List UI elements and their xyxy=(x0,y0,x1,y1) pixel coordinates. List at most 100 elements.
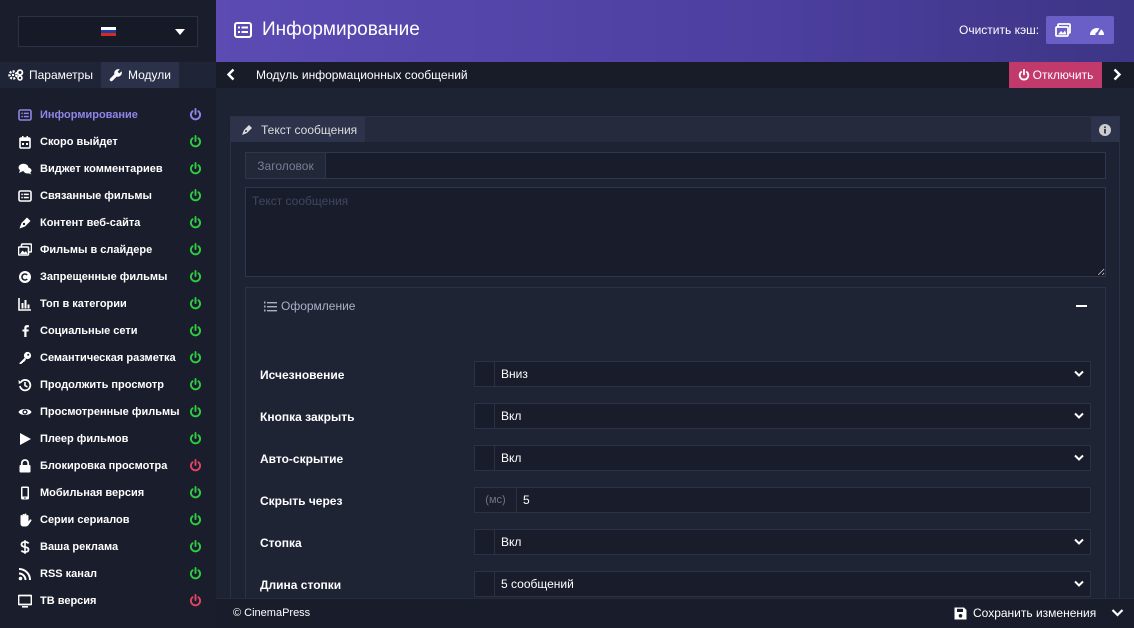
sidebar-item-0[interactable]: Информирование xyxy=(0,101,216,128)
design-section-header[interactable]: Оформление xyxy=(264,299,355,313)
sidebar-item-4[interactable]: Контент веб-сайта xyxy=(0,209,216,236)
power-toggle-icon[interactable] xyxy=(189,189,202,202)
key-icon xyxy=(18,351,32,365)
collapse-minus-icon[interactable] xyxy=(1076,305,1087,307)
sidebar-item-9[interactable]: Семантическая разметка xyxy=(0,344,216,371)
chevron-down-icon xyxy=(1074,538,1084,545)
info-button[interactable] xyxy=(1091,117,1119,142)
hide-after-input[interactable] xyxy=(517,488,1090,512)
sidebar-item-7[interactable]: Топ в категории xyxy=(0,290,216,317)
sidebar-item-2[interactable]: Виджет комментариев xyxy=(0,155,216,182)
sidebar-item-label: Связанные фильмы xyxy=(40,189,152,202)
row-stack-length: Длина стопки 5 сообщений xyxy=(260,571,1091,597)
tab-parameters-label: Параметры xyxy=(29,68,93,82)
sidebar-item-label: Блокировка просмотра xyxy=(40,459,168,472)
fade-out-select[interactable]: Вниз xyxy=(474,361,1091,387)
power-toggle-icon[interactable] xyxy=(189,459,202,472)
power-toggle-icon[interactable] xyxy=(189,432,202,445)
clear-data-cache-button[interactable] xyxy=(1080,16,1114,44)
auto-hide-select[interactable]: Вкл xyxy=(474,445,1091,471)
power-toggle-icon[interactable] xyxy=(189,216,202,229)
power-toggle-icon[interactable] xyxy=(189,486,202,499)
sidebar-item-10[interactable]: Продолжить просмотр xyxy=(0,371,216,398)
message-title-addon: Заголовок xyxy=(246,153,326,178)
hide-after-label: Скрыть через xyxy=(260,494,343,508)
tab-modules[interactable]: Модули xyxy=(100,62,179,88)
row-stack: Стопка Вкл xyxy=(260,529,1091,555)
sidebar-item-13[interactable]: Блокировка просмотра xyxy=(0,452,216,479)
copyright-text: © CinemaPress xyxy=(233,607,311,619)
disable-module-label: Отключить xyxy=(1032,68,1094,82)
chevron-down-icon xyxy=(1074,370,1084,377)
panel-header: Текст сообщения xyxy=(231,117,1119,142)
message-title-input[interactable] xyxy=(326,153,1105,178)
wrench-icon xyxy=(109,69,122,82)
sidebar-item-5[interactable]: Фильмы в слайдере xyxy=(0,236,216,263)
power-toggle-icon[interactable] xyxy=(189,540,202,553)
power-toggle-icon[interactable] xyxy=(189,594,202,607)
sidebar-item-label: Продолжить просмотр xyxy=(40,378,164,391)
history-icon xyxy=(18,378,32,392)
sidebar-item-1[interactable]: Скоро выйдет xyxy=(0,128,216,155)
power-toggle-icon[interactable] xyxy=(189,270,202,283)
russia-flag-icon xyxy=(100,26,116,37)
sidebar-item-14[interactable]: Мобильная версия xyxy=(0,479,216,506)
power-toggle-icon[interactable] xyxy=(189,324,202,337)
power-toggle-icon[interactable] xyxy=(189,405,202,418)
sidebar-item-label: Виджет комментариев xyxy=(40,162,163,175)
image-icon xyxy=(1055,23,1071,37)
sidebar-item-label: Социальные сети xyxy=(40,324,138,337)
power-toggle-icon[interactable] xyxy=(189,513,202,526)
power-toggle-icon[interactable] xyxy=(189,378,202,391)
row-close-button: Кнопка закрыть Вкл xyxy=(260,403,1091,429)
dollar-icon xyxy=(18,539,32,554)
rss-icon xyxy=(18,567,32,581)
clear-image-cache-button[interactable] xyxy=(1046,16,1080,44)
stack-length-select[interactable]: 5 сообщений xyxy=(474,571,1091,597)
power-toggle-icon[interactable] xyxy=(189,162,202,175)
chevron-right-icon[interactable] xyxy=(1112,68,1122,81)
power-toggle-icon[interactable] xyxy=(189,243,202,256)
list-alt-icon xyxy=(18,189,32,203)
power-toggle-icon[interactable] xyxy=(189,108,202,121)
eye-icon xyxy=(18,405,32,419)
sidebar-item-3[interactable]: Связанные фильмы xyxy=(0,182,216,209)
copyright-icon xyxy=(18,270,32,284)
stack-select[interactable]: Вкл xyxy=(474,529,1091,555)
power-toggle-icon[interactable] xyxy=(189,297,202,310)
sidebar-item-8[interactable]: Социальные сети xyxy=(0,317,216,344)
sidebar-item-label: Запрещенные фильмы xyxy=(40,270,168,283)
sidebar-item-label: Серии сериалов xyxy=(40,513,130,526)
save-changes-button[interactable]: Сохранить изменения xyxy=(954,606,1096,620)
facebook-icon xyxy=(18,324,32,338)
power-toggle-icon[interactable] xyxy=(189,567,202,580)
chevron-down-icon[interactable] xyxy=(1111,608,1124,618)
chevron-down-icon xyxy=(1074,412,1084,419)
tab-modules-label: Модули xyxy=(127,68,171,82)
sidebar-item-label: Скоро выйдет xyxy=(40,135,118,148)
close-button-select[interactable]: Вкл xyxy=(474,403,1091,429)
save-changes-label: Сохранить изменения xyxy=(973,606,1097,620)
sidebar-item-11[interactable]: Просмотренные фильмы xyxy=(0,398,216,425)
sidebar-item-17[interactable]: RSS канал xyxy=(0,560,216,587)
comments-icon xyxy=(18,162,32,176)
sidebar-item-16[interactable]: Ваша реклама xyxy=(0,533,216,560)
power-toggle-icon[interactable] xyxy=(189,351,202,364)
power-toggle-icon[interactable] xyxy=(189,135,202,148)
dashboard-icon xyxy=(1090,27,1104,36)
hide-after-group: (мс) xyxy=(474,487,1091,513)
images-icon xyxy=(18,242,32,257)
tab-parameters[interactable]: Параметры xyxy=(0,62,101,88)
sidebar-item-18[interactable]: ТВ версия xyxy=(0,587,216,614)
sidebar-item-12[interactable]: Плеер фильмов xyxy=(0,425,216,452)
tab-message-text[interactable]: Текст сообщения xyxy=(231,117,366,142)
sidebar-item-label: RSS канал xyxy=(40,567,98,580)
sidebar-item-6[interactable]: Запрещенные фильмы xyxy=(0,263,216,290)
message-text-area[interactable] xyxy=(245,187,1106,277)
list-ol-icon xyxy=(264,301,277,311)
disable-module-button[interactable]: Отключить xyxy=(1009,62,1102,88)
sidebar-item-label: Просмотренные фильмы xyxy=(40,405,180,418)
language-select[interactable] xyxy=(18,16,198,47)
chevron-left-icon[interactable] xyxy=(226,68,236,81)
sidebar-item-15[interactable]: Серии сериалов xyxy=(0,506,216,533)
